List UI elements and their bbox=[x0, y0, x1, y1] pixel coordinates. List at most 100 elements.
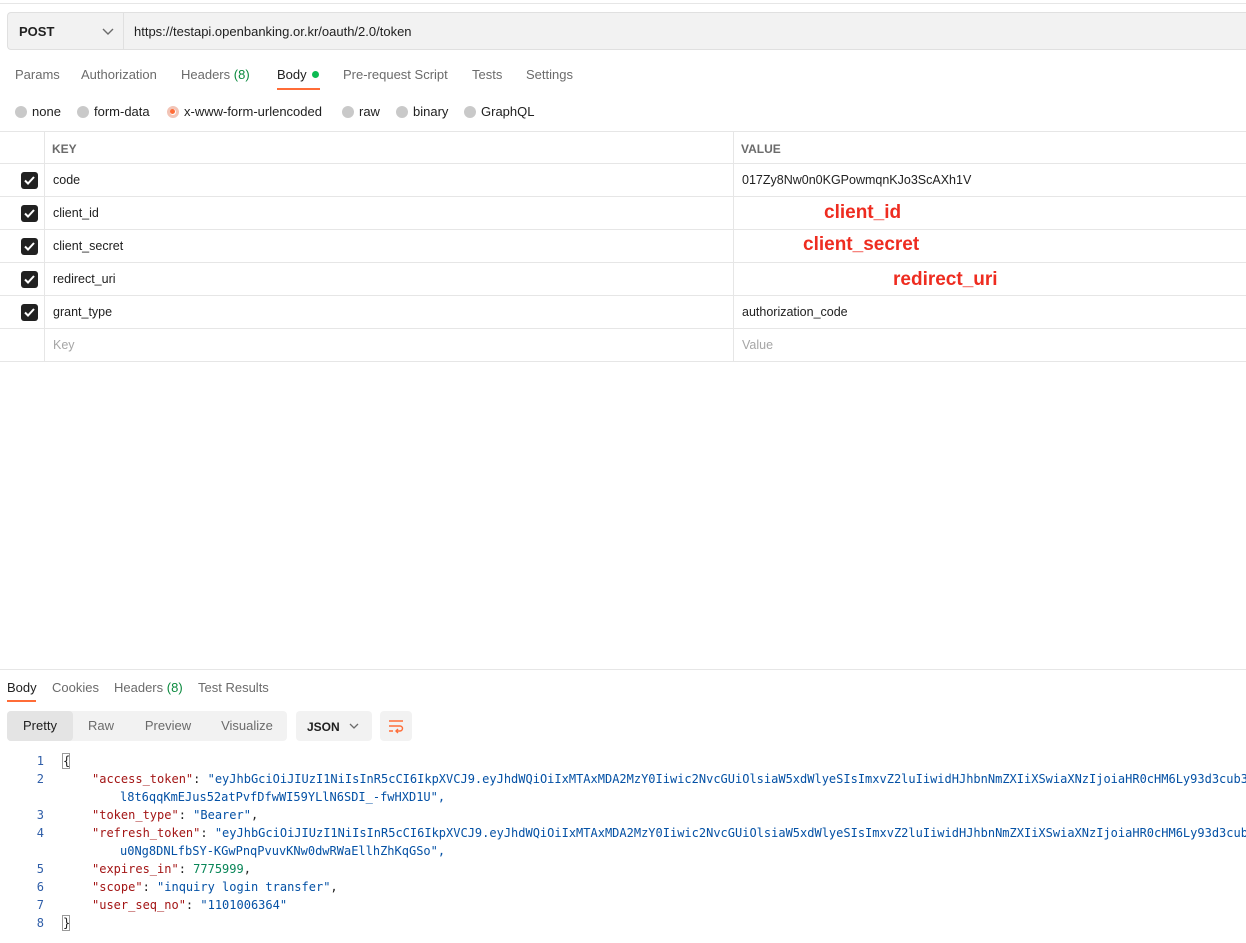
line-number: 1 bbox=[36, 754, 44, 768]
response-tab-body[interactable]: Body bbox=[7, 680, 37, 695]
cell bbox=[44, 263, 734, 295]
json-key: "access_token" bbox=[92, 772, 194, 786]
json-key: "token_type" bbox=[92, 808, 179, 822]
body-indicator-dot bbox=[311, 71, 319, 78]
table-row: client_secret client_secret bbox=[0, 230, 1246, 263]
param-value[interactable]: 017Zy8Nw0n0KGPowmqnKJo3ScAXh1V bbox=[742, 173, 971, 187]
response-tab-headers[interactable]: Headers (8) bbox=[114, 680, 183, 695]
json-string: "Bearer" bbox=[193, 808, 251, 822]
line-number: 6 bbox=[36, 880, 44, 894]
json-key: "refresh_token" bbox=[92, 826, 201, 840]
method-select[interactable]: POST bbox=[8, 13, 124, 49]
code-line: "access_token": "eyJhbGciOiJIUzI1NiIsInR… bbox=[92, 772, 1246, 786]
line-number: 5 bbox=[36, 862, 44, 876]
radio-circle bbox=[464, 106, 476, 118]
code-line: l8t6qqKmEJus52atPvfDfwWI59YLlN6SDI_-fwHX… bbox=[120, 790, 445, 804]
line-number: 3 bbox=[36, 808, 44, 822]
response-tab-cookies[interactable]: Cookies bbox=[52, 680, 99, 695]
radio-graphql[interactable]: GraphQL bbox=[464, 104, 534, 119]
row-checkbox[interactable] bbox=[21, 172, 38, 189]
table-row: grant_type authorization_code bbox=[0, 296, 1246, 329]
param-key[interactable]: client_secret bbox=[53, 239, 123, 253]
code-line: "token_type": "Bearer", bbox=[92, 808, 259, 822]
radio-label: binary bbox=[413, 104, 449, 119]
tab-tests[interactable]: Tests bbox=[472, 67, 502, 82]
tab-headers[interactable]: Headers (8) bbox=[181, 67, 250, 82]
table-row: code 017Zy8Nw0n0KGPowmqnKJo3ScAXh1V bbox=[0, 164, 1246, 197]
format-select[interactable]: JSON bbox=[296, 711, 372, 741]
check-icon bbox=[24, 176, 35, 185]
json-string: "1101006364" bbox=[200, 898, 288, 912]
json-string: "inquiry login transfer" bbox=[157, 880, 331, 894]
chevron-down-icon bbox=[102, 28, 114, 35]
response-headers-label: Headers bbox=[114, 680, 164, 695]
radio-circle-selected bbox=[167, 106, 179, 118]
view-raw-button[interactable]: Raw bbox=[77, 711, 125, 741]
json-key: "expires_in" bbox=[92, 862, 179, 876]
row-checkbox[interactable] bbox=[21, 271, 38, 288]
check-icon bbox=[24, 275, 35, 284]
key-column-header: KEY bbox=[52, 142, 77, 156]
view-visualize-button[interactable]: Visualize bbox=[211, 711, 283, 741]
radio-circle bbox=[342, 106, 354, 118]
value-annotation: client_secret bbox=[803, 234, 920, 255]
radio-label: form-data bbox=[94, 104, 150, 119]
tab-body[interactable]: Body bbox=[277, 67, 319, 82]
response-active-underline bbox=[7, 700, 36, 702]
line-number: 8 bbox=[36, 916, 44, 930]
row-checkbox[interactable] bbox=[21, 238, 38, 255]
radio-label: GraphQL bbox=[481, 104, 535, 119]
code-line: "refresh_token": "eyJhbGciOiJIUzI1NiIsIn… bbox=[92, 826, 1246, 840]
param-key[interactable]: redirect_uri bbox=[53, 272, 116, 286]
radio-none[interactable]: none bbox=[15, 104, 61, 119]
view-pretty-button[interactable]: Pretty bbox=[7, 711, 73, 741]
row-checkbox[interactable] bbox=[21, 304, 38, 321]
response-code-view[interactable]: 1 2 3 4 5 6 7 8 { "access_token": "eyJhb… bbox=[0, 752, 1246, 943]
view-preview-button[interactable]: Preview bbox=[135, 711, 201, 741]
tab-body-label: Body bbox=[277, 67, 307, 82]
response-tab-test-results[interactable]: Test Results bbox=[198, 680, 269, 695]
method-label: POST bbox=[19, 24, 55, 39]
json-string: "eyJhbGciOiJIUzI1NiIsInR5cCI6IkpXVCJ9.ey… bbox=[214, 826, 1246, 840]
new-key-input[interactable]: Key bbox=[53, 338, 75, 352]
check-icon bbox=[24, 308, 35, 317]
tab-headers-label: Headers bbox=[181, 67, 231, 82]
tab-params[interactable]: Params bbox=[15, 67, 60, 82]
radio-urlencoded[interactable]: x-www-form-urlencoded bbox=[167, 104, 322, 119]
line-number: 2 bbox=[36, 772, 44, 786]
json-key: "scope" bbox=[92, 880, 143, 894]
table-header-row: KEY VALUE bbox=[0, 131, 1246, 164]
code-close-brace: } bbox=[63, 916, 71, 930]
request-url-bar: POST https://testapi.openbanking.or.kr/o… bbox=[7, 12, 1246, 50]
radio-circle bbox=[15, 106, 27, 118]
param-value[interactable]: authorization_code bbox=[742, 305, 848, 319]
radio-binary[interactable]: binary bbox=[396, 104, 448, 119]
new-value-input[interactable]: Value bbox=[742, 338, 773, 352]
param-key[interactable]: code bbox=[53, 173, 80, 187]
param-key[interactable]: client_id bbox=[53, 206, 99, 220]
tab-pre-request-script[interactable]: Pre-request Script bbox=[343, 67, 448, 82]
radio-label: raw bbox=[359, 104, 380, 119]
param-key[interactable]: grant_type bbox=[53, 305, 112, 319]
radio-label: x-www-form-urlencoded bbox=[184, 104, 322, 119]
check-icon bbox=[24, 209, 35, 218]
cell bbox=[44, 132, 734, 163]
tab-authorization[interactable]: Authorization bbox=[81, 67, 157, 82]
cell bbox=[0, 132, 45, 163]
radio-raw[interactable]: raw bbox=[342, 104, 380, 119]
json-key: "user_seq_no" bbox=[92, 898, 186, 912]
cell bbox=[0, 329, 45, 361]
radio-form-data[interactable]: form-data bbox=[77, 104, 150, 119]
url-input[interactable]: https://testapi.openbanking.or.kr/oauth/… bbox=[134, 24, 412, 39]
line-number: 7 bbox=[36, 898, 44, 912]
top-divider bbox=[0, 3, 1246, 4]
response-divider bbox=[0, 669, 1246, 670]
table-row: redirect_uri redirect_uri bbox=[0, 263, 1246, 296]
tab-settings[interactable]: Settings bbox=[526, 67, 573, 82]
json-string: "eyJhbGciOiJIUzI1NiIsInR5cCI6IkpXVCJ9.ey… bbox=[207, 772, 1246, 786]
row-checkbox[interactable] bbox=[21, 205, 38, 222]
wrap-lines-icon bbox=[389, 720, 404, 734]
active-tab-underline bbox=[277, 88, 320, 90]
wrap-lines-button[interactable] bbox=[380, 711, 412, 741]
cell bbox=[44, 164, 734, 196]
